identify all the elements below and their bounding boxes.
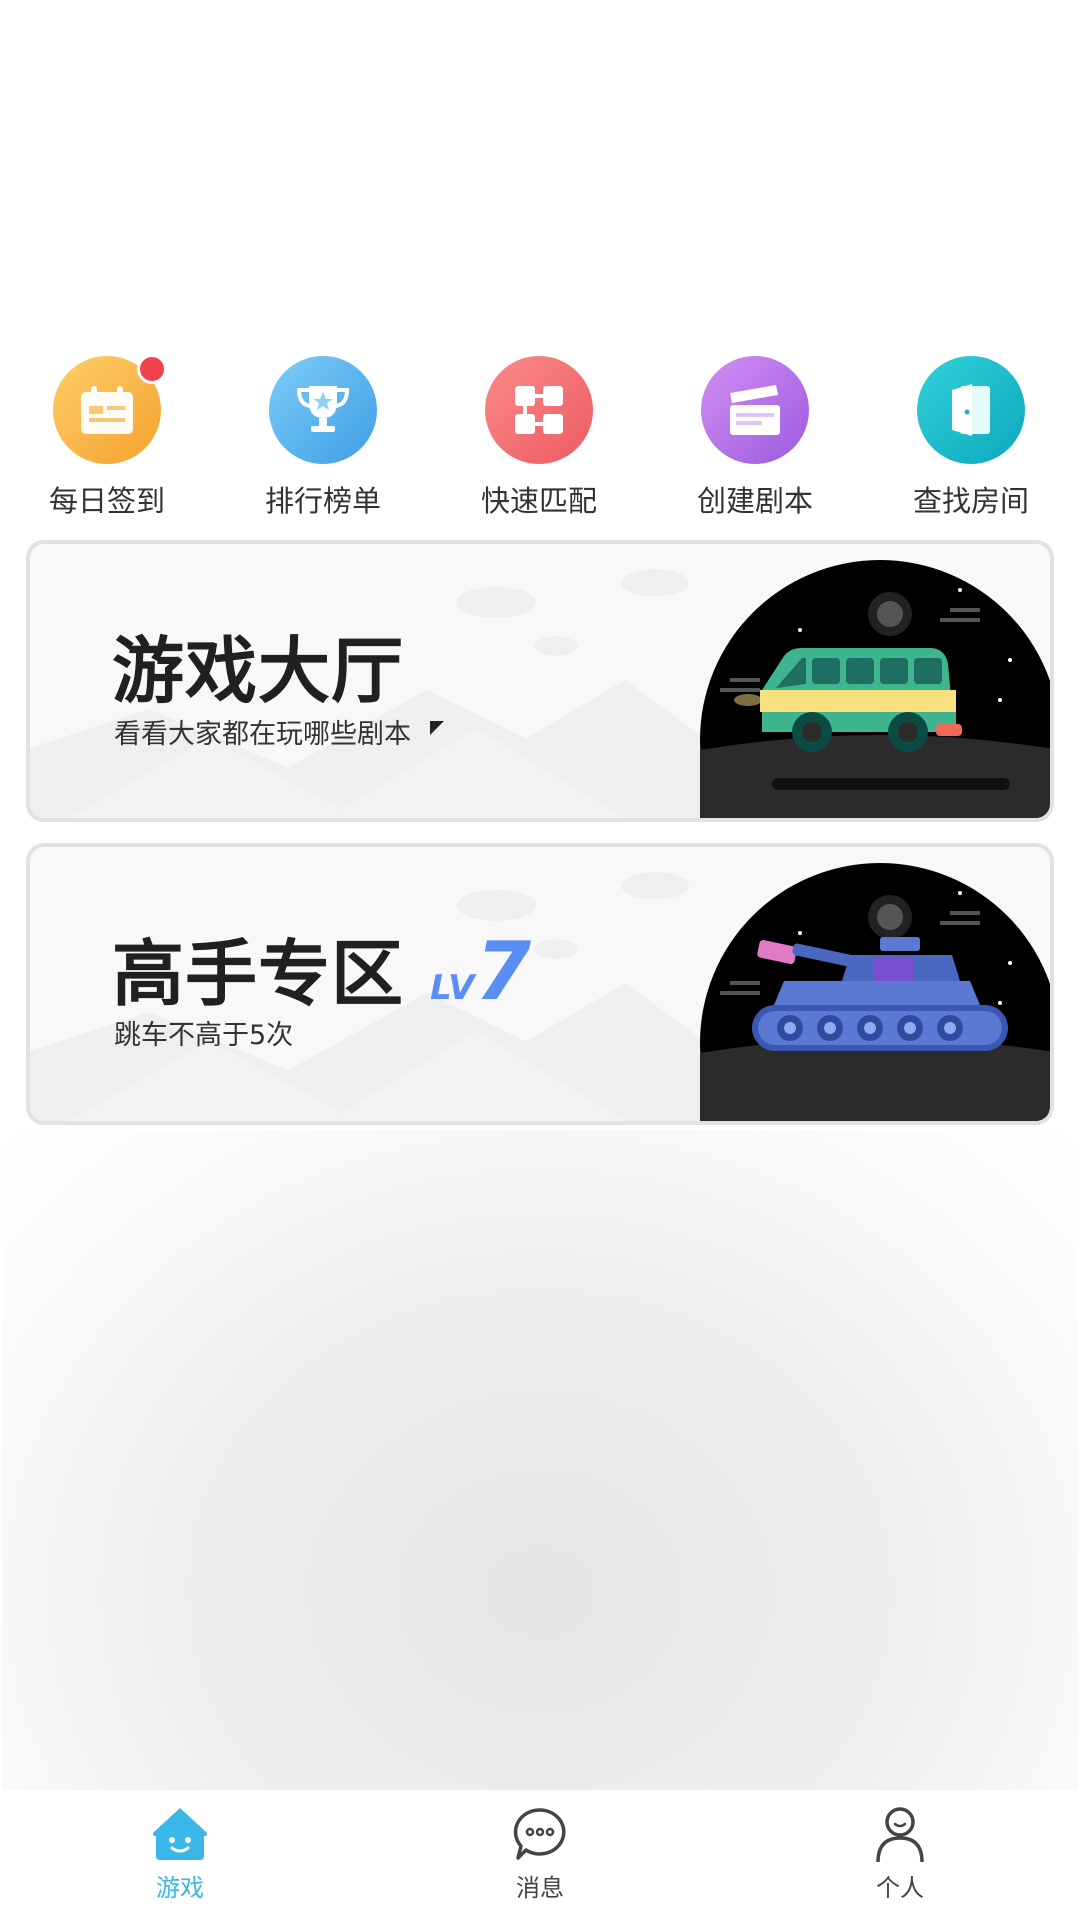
quick-action-label: 每日签到 bbox=[48, 484, 165, 518]
quick-actions-row: 每日签到 排行榜单 快速匹配 创建剧本 查找房间 bbox=[0, 354, 1080, 518]
quick-action-label: 查找房间 bbox=[912, 484, 1029, 518]
tab-messages[interactable]: 消息 bbox=[450, 1804, 630, 1903]
match-grid-icon bbox=[485, 356, 593, 464]
clapperboard-icon bbox=[701, 356, 809, 464]
corner-marker-icon bbox=[429, 721, 444, 735]
quick-action-quick-match[interactable]: 快速匹配 bbox=[459, 356, 619, 520]
tab-games[interactable]: 游戏 bbox=[90, 1804, 270, 1903]
card-subtitle: 看看大家都在玩哪些剧本 bbox=[114, 712, 444, 751]
tank-icon bbox=[700, 863, 1050, 1121]
quick-action-find-room[interactable]: 查找房间 bbox=[891, 356, 1051, 520]
card-title-text: 高手专区 bbox=[112, 932, 405, 1016]
chat-icon bbox=[510, 1804, 570, 1864]
game-hall-card[interactable]: 游戏大厅 看看大家都在玩哪些剧本 bbox=[26, 540, 1054, 822]
trophy-icon bbox=[269, 356, 377, 464]
calendar-icon bbox=[53, 354, 167, 464]
tab-label: 个人 bbox=[876, 1874, 924, 1902]
tab-label: 游戏 bbox=[156, 1874, 204, 1902]
tab-profile[interactable]: 个人 bbox=[810, 1804, 990, 1903]
expert-zone-card[interactable]: 高手专区 LV7 跳车不高于5次 bbox=[26, 843, 1054, 1125]
bottom-tab-bar: 游戏 消息 个人 bbox=[0, 1790, 1080, 1920]
card-title: 高手专区 LV7 bbox=[112, 915, 532, 1020]
quick-action-label: 快速匹配 bbox=[480, 484, 597, 518]
tab-label: 消息 bbox=[516, 1874, 564, 1902]
quick-action-daily-checkin[interactable]: 每日签到 bbox=[27, 354, 187, 520]
notification-dot bbox=[137, 354, 167, 384]
quick-action-create-script[interactable]: 创建剧本 bbox=[675, 356, 835, 520]
level-prefix: LV bbox=[430, 968, 476, 1008]
background-gradient bbox=[2, 1130, 1078, 1790]
quick-action-ranking[interactable]: 排行榜单 bbox=[243, 356, 403, 520]
card-subtitle: 跳车不高于5次 bbox=[114, 1020, 294, 1051]
home-icon bbox=[150, 1804, 210, 1864]
quick-action-label: 排行榜单 bbox=[264, 484, 381, 518]
level-badge: LV7 bbox=[430, 925, 532, 1018]
quick-action-label: 创建剧本 bbox=[696, 484, 813, 518]
card-title: 游戏大厅 bbox=[112, 629, 405, 713]
level-number: 7 bbox=[475, 925, 533, 1018]
person-icon bbox=[870, 1804, 930, 1864]
card-subtitle-text: 看看大家都在玩哪些剧本 bbox=[114, 719, 411, 750]
bus-icon bbox=[700, 560, 1050, 818]
door-icon bbox=[917, 356, 1025, 464]
